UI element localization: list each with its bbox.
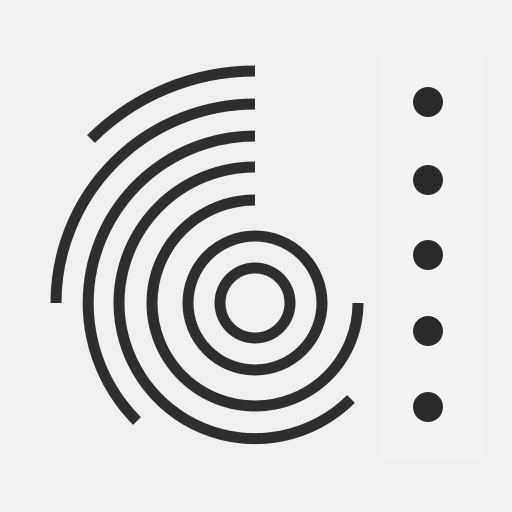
- menu-dot-4[interactable]: [413, 316, 443, 346]
- menu-dot-1[interactable]: [413, 87, 443, 117]
- ripple-ring-2: [182, 230, 328, 376]
- menu-dot-3[interactable]: [413, 240, 443, 270]
- app-icon: [0, 0, 512, 512]
- menu-dot-5[interactable]: [413, 392, 443, 422]
- menu-dot-2[interactable]: [413, 165, 443, 195]
- ripple-ring-1: [214, 262, 296, 344]
- menu-dots-icon[interactable]: [382, 56, 482, 458]
